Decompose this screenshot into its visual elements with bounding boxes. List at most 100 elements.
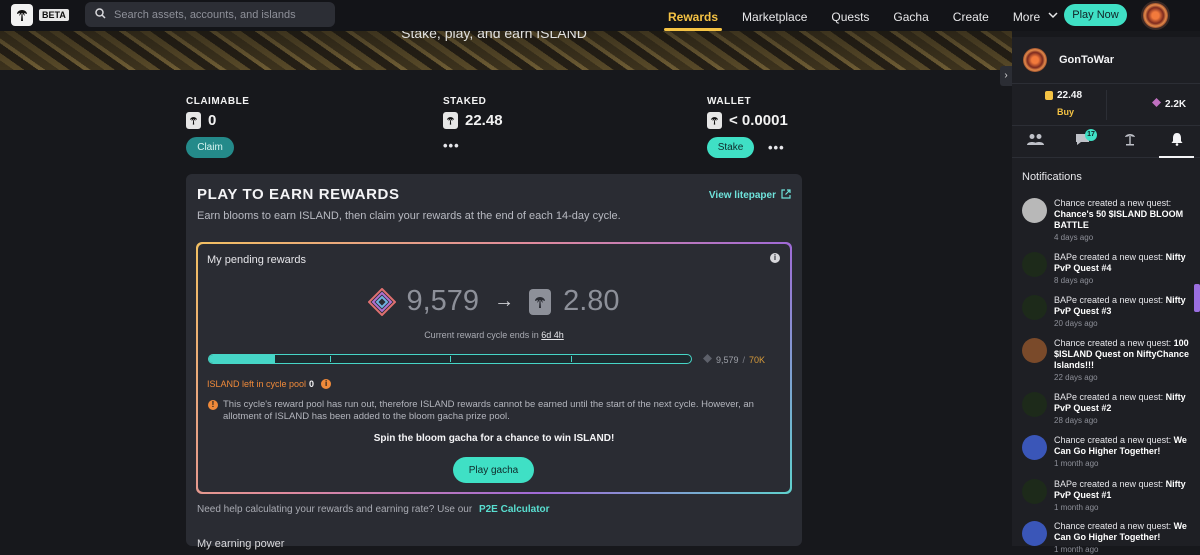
cycle-time-link[interactable]: 6d 4h [541, 330, 564, 340]
user-avatar[interactable] [1141, 1, 1170, 30]
avatar [1022, 521, 1047, 546]
wallet-label: WALLET [707, 96, 752, 107]
notification-item[interactable]: BAPe created a new quest: Nifty PvP Ques… [1022, 479, 1198, 513]
nav-more-label: More [1012, 10, 1041, 24]
beta-badge: BETA [39, 9, 69, 21]
avatar [1022, 392, 1047, 417]
notification-action: Chance created a new quest: [1054, 198, 1172, 208]
tab-notifications[interactable] [1153, 126, 1200, 158]
island-token-icon [443, 112, 458, 129]
notification-text: Chance created a new quest: We Can Go Hi… [1054, 521, 1196, 555]
avatar [1022, 338, 1047, 363]
notification-action: Chance created a new quest: [1054, 338, 1174, 348]
notification-text: Chance created a new quest: Chance's 50 … [1054, 198, 1196, 243]
avatar [1023, 48, 1047, 72]
top-navigation-bar: BETA Rewards Marketplace Quests Gacha Cr… [0, 0, 1200, 31]
nav-create[interactable]: Create [941, 0, 1001, 31]
progress-max: 70K [749, 354, 766, 365]
bloom-balance: 2.2K [1152, 98, 1186, 110]
notification-item[interactable]: BAPe created a new quest: Nifty PvP Ques… [1022, 252, 1198, 286]
notification-action: BAPe created a new quest: [1054, 295, 1166, 305]
nav-rewards[interactable]: Rewards [656, 0, 730, 31]
info-icon[interactable]: i [770, 253, 780, 263]
stake-button[interactable]: Stake [707, 137, 754, 158]
buy-island-link[interactable]: Buy [1057, 107, 1074, 117]
play-now-button[interactable]: Play Now [1064, 4, 1127, 26]
claim-button[interactable]: Claim [186, 137, 234, 158]
view-litepaper-link[interactable]: View litepaper [709, 189, 791, 202]
bloom-icon [368, 287, 397, 316]
island-balance: 22.48 [1045, 90, 1082, 101]
right-sidebar: GonToWar 22.48 Buy 2.2K 17 Notifications… [1012, 37, 1200, 554]
arrow-right-icon: → [494, 290, 515, 312]
search-icon [95, 6, 106, 24]
users-icon [1027, 133, 1044, 151]
claimable-value: 0 [208, 112, 217, 129]
notification-text: BAPe created a new quest: Nifty PvP Ques… [1054, 392, 1196, 426]
island-balance-value: 22.48 [1057, 90, 1083, 101]
nav-more[interactable]: More [1001, 0, 1070, 31]
notification-text: BAPe created a new quest: Nifty PvP Ques… [1054, 479, 1196, 513]
notification-item[interactable]: Chance created a new quest: Chance's 50 … [1022, 198, 1198, 243]
earning-power-heading: My earning power [197, 538, 285, 550]
notification-text: BAPe created a new quest: Nifty PvP Ques… [1054, 295, 1196, 329]
notification-time: 20 days ago [1054, 319, 1098, 328]
staked-more-button[interactable]: ••• [443, 138, 503, 153]
notification-item[interactable]: Chance created a new quest: We Can Go Hi… [1022, 521, 1198, 555]
pool-value: 0 [309, 379, 315, 389]
notification-time: 4 days ago [1054, 233, 1094, 242]
progress-label: 9,579 / 70K [703, 354, 765, 365]
divider [1106, 90, 1107, 120]
sidebar-user[interactable]: GonToWar [1012, 37, 1200, 84]
avatar [1022, 252, 1047, 277]
claimable-stat: CLAIMABLE 0 Claim [186, 96, 249, 158]
scrollbar-thumb[interactable] [1194, 284, 1200, 312]
wallet-value: < 0.0001 [729, 112, 788, 129]
nav-marketplace[interactable]: Marketplace [730, 0, 819, 31]
notification-action: BAPe created a new quest: [1054, 479, 1166, 489]
notification-quest-name[interactable]: Chance's 50 $ISLAND BLOOM BATTLE [1054, 209, 1183, 230]
notification-time: 1 month ago [1054, 459, 1099, 468]
avatar [1022, 479, 1047, 504]
chevron-down-icon [1048, 9, 1058, 23]
bloom-progress-bar [208, 354, 692, 364]
pending-rewards-panel: My pending rewards i 9,579 → 2.80 Curren… [196, 242, 792, 494]
wallet-stat: WALLET < 0.0001 Stake ••• [707, 96, 788, 158]
nav-quests[interactable]: Quests [819, 0, 881, 31]
notification-item[interactable]: Chance created a new quest: We Can Go Hi… [1022, 435, 1198, 469]
notification-time: 1 month ago [1054, 503, 1099, 512]
p2e-calculator-link[interactable]: P2E Calculator [479, 504, 550, 515]
island-logo-icon[interactable] [11, 4, 33, 26]
island-token-icon [186, 112, 201, 129]
progress-current: 9,579 [716, 354, 739, 365]
avatar [1022, 435, 1047, 460]
notification-text: Chance created a new quest: We Can Go Hi… [1054, 435, 1196, 469]
island-token-icon [1045, 91, 1053, 100]
notification-text: Chance created a new quest: 100 $ISLAND … [1054, 338, 1196, 383]
tab-islands[interactable] [1106, 126, 1153, 157]
notification-item[interactable]: BAPe created a new quest: Nifty PvP Ques… [1022, 295, 1198, 329]
notification-time: 22 days ago [1054, 373, 1098, 382]
play-gacha-button[interactable]: Play gacha [453, 457, 534, 483]
search-bar[interactable] [85, 2, 335, 27]
info-icon[interactable]: i [321, 379, 332, 389]
progress-tick [450, 356, 451, 362]
pool-empty-warning: This cycle's reward pool has run out, th… [223, 399, 754, 422]
search-input[interactable] [114, 8, 324, 21]
litepaper-label: View litepaper [708, 190, 776, 201]
collapse-sidebar-button[interactable]: › [1000, 66, 1012, 86]
tab-chat[interactable]: 17 [1059, 126, 1106, 157]
play-to-earn-card: PLAY TO EARN REWARDS View litepaper Earn… [186, 174, 802, 550]
avatar [1022, 198, 1047, 223]
tab-friends[interactable] [1012, 126, 1059, 157]
nav-gacha[interactable]: Gacha [881, 0, 940, 31]
notification-action: Chance created a new quest: [1054, 521, 1174, 531]
notification-item[interactable]: Chance created a new quest: 100 $ISLAND … [1022, 338, 1198, 383]
conversion-row: 9,579 → 2.80 [198, 285, 790, 318]
notification-item[interactable]: BAPe created a new quest: Nifty PvP Ques… [1022, 392, 1198, 426]
staked-value: 22.48 [465, 112, 503, 129]
wallet-more-button[interactable]: ••• [768, 140, 785, 155]
avatar [1022, 295, 1047, 320]
chat-count-badge: 17 [1085, 129, 1097, 141]
hero-banner: Stake, play, and earn ISLAND [0, 31, 1012, 70]
